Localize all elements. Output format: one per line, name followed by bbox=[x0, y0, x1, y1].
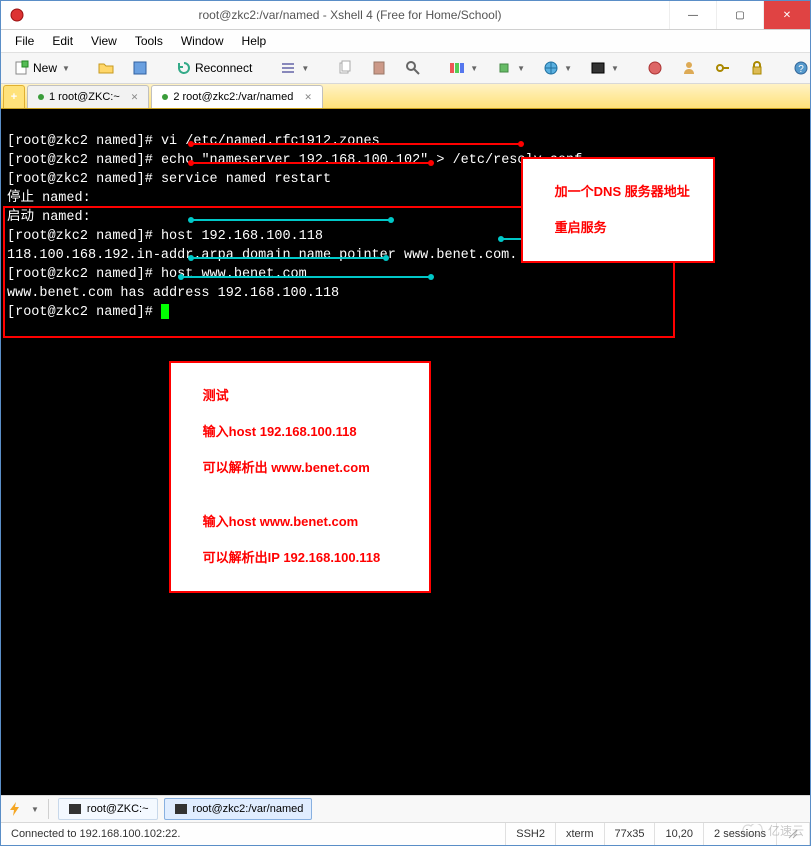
menu-window[interactable]: Window bbox=[173, 32, 232, 50]
key-icon bbox=[715, 60, 731, 76]
plugin-button[interactable]: ▼ bbox=[489, 57, 532, 79]
status-protocol: SSH2 bbox=[506, 823, 556, 845]
terminal-icon bbox=[173, 801, 189, 817]
status-dot-icon bbox=[38, 94, 44, 100]
folder-icon bbox=[98, 60, 114, 76]
chevron-down-icon: ▼ bbox=[564, 64, 572, 73]
lock-button[interactable] bbox=[742, 57, 772, 79]
menu-edit[interactable]: Edit bbox=[44, 32, 81, 50]
terminal[interactable]: [root@zkc2 named]# vi /etc/named.rfc1912… bbox=[1, 109, 810, 795]
new-icon bbox=[14, 60, 30, 76]
bottom-tab-2[interactable]: root@zkc2:/var/named bbox=[164, 798, 313, 820]
status-size: 77x35 bbox=[605, 823, 656, 845]
titlebar: root@zkc2:/var/named - Xshell 4 (Free fo… bbox=[1, 1, 810, 30]
chevron-down-icon: ▼ bbox=[517, 64, 525, 73]
annotation-underline bbox=[191, 162, 431, 164]
tab-bar: + 1 root@ZKC:~ ✕ 2 root@zkc2:/var/named ✕ bbox=[1, 84, 810, 109]
menu-view[interactable]: View bbox=[83, 32, 125, 50]
command: service named restart bbox=[161, 172, 331, 187]
minimize-button[interactable]: — bbox=[669, 1, 716, 29]
bottom-tab-1-label: root@ZKC:~ bbox=[87, 803, 149, 815]
chevron-down-icon: ▼ bbox=[611, 64, 619, 73]
app-icon bbox=[9, 7, 25, 23]
status-term: xterm bbox=[556, 823, 605, 845]
bolt-icon[interactable] bbox=[7, 801, 23, 817]
bottom-tab-1[interactable]: root@ZKC:~ bbox=[58, 798, 158, 820]
list-icon bbox=[280, 60, 296, 76]
help-button[interactable]: ? bbox=[786, 57, 811, 79]
annotation-note: 测试 输入host 192.168.100.118 可以解析出 www.bene… bbox=[169, 361, 431, 593]
maximize-button[interactable]: ▢ bbox=[716, 1, 763, 29]
reconnect-button[interactable]: Reconnect bbox=[169, 57, 259, 79]
terminal-icon bbox=[590, 60, 606, 76]
open-button[interactable] bbox=[91, 57, 121, 79]
prompt: [root@zkc2 named]# bbox=[7, 153, 161, 168]
menu-tools[interactable]: Tools bbox=[127, 32, 171, 50]
close-icon[interactable]: ✕ bbox=[304, 92, 312, 103]
tab-2[interactable]: 2 root@zkc2:/var/named ✕ bbox=[151, 85, 323, 108]
status-connection: Connected to 192.168.100.102:22. bbox=[1, 823, 506, 845]
paste-icon bbox=[371, 60, 387, 76]
help-icon: ? bbox=[793, 60, 809, 76]
prompt: [root@zkc2 named]# bbox=[7, 134, 161, 149]
copy-icon bbox=[337, 60, 353, 76]
save-button[interactable] bbox=[125, 57, 155, 79]
tab-2-label: 2 root@zkc2:/var/named bbox=[173, 91, 293, 103]
terminal-icon bbox=[67, 801, 83, 817]
key-button[interactable] bbox=[708, 57, 738, 79]
user-icon bbox=[681, 60, 697, 76]
copy-button[interactable] bbox=[330, 57, 360, 79]
chevron-down-icon: ▼ bbox=[470, 64, 478, 73]
menu-help[interactable]: Help bbox=[234, 32, 275, 50]
annotation-underline bbox=[191, 143, 521, 145]
command: vi /etc/named.rfc1912.zones bbox=[161, 134, 380, 149]
user-button[interactable] bbox=[674, 57, 704, 79]
new-label: New bbox=[33, 61, 57, 75]
status-dot-icon bbox=[162, 94, 168, 100]
palette-icon bbox=[449, 60, 465, 76]
globe-button[interactable]: ▼ bbox=[536, 57, 579, 79]
command: echo "nameserver 192.168.100.102" > /etc… bbox=[161, 153, 582, 168]
globe-icon bbox=[543, 60, 559, 76]
prompt: [root@zkc2 named]# bbox=[7, 172, 161, 187]
output: 停止 named: bbox=[7, 191, 91, 206]
find-button[interactable] bbox=[398, 57, 428, 79]
terminal-button[interactable]: ▼ bbox=[583, 57, 626, 79]
new-button[interactable]: New ▼ bbox=[7, 57, 77, 79]
color-button[interactable]: ▼ bbox=[442, 57, 485, 79]
lock-icon bbox=[749, 60, 765, 76]
bottom-bar: ▼ root@ZKC:~ root@zkc2:/var/named bbox=[1, 795, 810, 822]
add-tab-button[interactable]: + bbox=[3, 85, 25, 108]
toolbar: New ▼ Reconnect ▼ ▼ ▼ ▼ ▼ ? bbox=[1, 53, 810, 84]
reconnect-label: Reconnect bbox=[195, 61, 252, 75]
annotation-note: 加一个DNS 服务器地址 重启服务 bbox=[521, 157, 715, 263]
session-button[interactable] bbox=[640, 57, 670, 79]
status-bar: Connected to 192.168.100.102:22. SSH2 xt… bbox=[1, 822, 810, 845]
close-icon[interactable]: ✕ bbox=[131, 92, 139, 103]
plug-icon bbox=[496, 60, 512, 76]
paste-button[interactable] bbox=[364, 57, 394, 79]
properties-button[interactable]: ▼ bbox=[273, 57, 316, 79]
svg-text:?: ? bbox=[798, 64, 804, 75]
watermark: 亿速云 bbox=[742, 822, 804, 839]
bottom-tab-2-label: root@zkc2:/var/named bbox=[193, 803, 304, 815]
menubar: File Edit View Tools Window Help bbox=[1, 30, 810, 53]
status-pos: 10,20 bbox=[655, 823, 704, 845]
tab-1[interactable]: 1 root@ZKC:~ ✕ bbox=[27, 85, 149, 108]
menu-file[interactable]: File bbox=[7, 32, 42, 50]
session-icon bbox=[647, 60, 663, 76]
search-icon bbox=[405, 60, 421, 76]
chevron-down-icon: ▼ bbox=[31, 805, 39, 814]
chevron-down-icon: ▼ bbox=[301, 64, 309, 73]
window-title: root@zkc2:/var/named - Xshell 4 (Free fo… bbox=[31, 8, 669, 22]
disk-icon bbox=[132, 60, 148, 76]
chevron-down-icon: ▼ bbox=[62, 64, 70, 73]
reconnect-icon bbox=[176, 60, 192, 76]
tab-1-label: 1 root@ZKC:~ bbox=[49, 91, 120, 103]
close-button[interactable]: ✕ bbox=[763, 1, 810, 29]
